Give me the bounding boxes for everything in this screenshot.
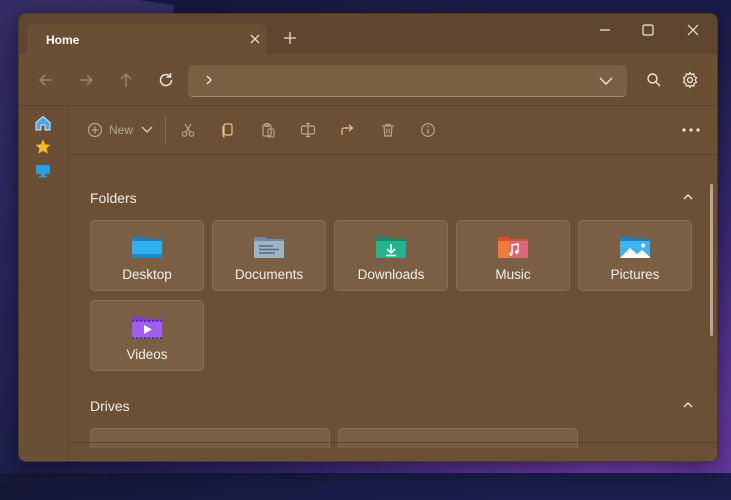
- music-folder-icon: [498, 237, 528, 258]
- more-options-button[interactable]: [681, 123, 701, 137]
- paste-button[interactable]: [260, 122, 276, 138]
- home-icon: [35, 115, 51, 131]
- videos-folder-icon: [132, 317, 162, 339]
- copy-button[interactable]: [220, 122, 236, 138]
- drives-collapse-button[interactable]: [681, 398, 695, 412]
- address-bar[interactable]: [188, 65, 627, 97]
- pictures-folder-icon: [620, 237, 650, 258]
- drive-card[interactable]: [90, 428, 330, 448]
- chevron-down-icon: [141, 126, 153, 133]
- close-icon: [250, 34, 260, 44]
- sidebar: [19, 106, 69, 461]
- new-button[interactable]: New: [87, 120, 157, 140]
- folders-collapse-button[interactable]: [681, 190, 695, 204]
- trash-icon: [382, 123, 394, 137]
- file-explorer-window: Home New Folders Desktop Documents Downl…: [18, 13, 718, 462]
- folder-card-pictures[interactable]: Pictures: [578, 220, 692, 291]
- main-content: New Folders Desktop Documents Downloads …: [69, 106, 717, 461]
- folder-label: Documents: [234, 267, 304, 282]
- minimize-button[interactable]: [592, 21, 618, 39]
- add-circle-icon: [87, 122, 103, 138]
- folders-section-title: Folders: [90, 190, 137, 206]
- maximize-button[interactable]: [635, 21, 661, 39]
- copy-icon: [222, 123, 233, 138]
- folder-card-videos[interactable]: Videos: [90, 300, 204, 371]
- rename-button[interactable]: [300, 122, 316, 138]
- breadcrumb-chevron[interactable]: [202, 72, 216, 88]
- sidebar-item-favorites[interactable]: [34, 138, 52, 156]
- up-button[interactable]: [116, 70, 136, 90]
- maximize-icon: [642, 24, 654, 36]
- folder-label: Desktop: [122, 267, 172, 282]
- folder-card-desktop[interactable]: Desktop: [90, 220, 204, 291]
- window-close-button[interactable]: [680, 21, 706, 39]
- back-button[interactable]: [36, 70, 56, 90]
- desktop-folder-icon: [132, 237, 162, 258]
- folder-card-music[interactable]: Music: [456, 220, 570, 291]
- share-button[interactable]: [340, 122, 356, 138]
- tab-title: Home: [46, 33, 80, 47]
- arrow-right-icon: [80, 74, 94, 86]
- title-bar: Home: [19, 14, 717, 54]
- sidebar-item-home[interactable]: [34, 114, 52, 132]
- gear-icon: [682, 71, 698, 89]
- status-bar-divider: [69, 442, 717, 443]
- monitor-icon: [36, 165, 50, 178]
- search-button[interactable]: [644, 70, 664, 90]
- new-button-label: New: [109, 123, 134, 137]
- sidebar-item-desktop[interactable]: [34, 162, 52, 180]
- search-icon: [647, 73, 661, 87]
- address-dropdown-button[interactable]: [598, 73, 614, 89]
- forward-button[interactable]: [76, 70, 96, 90]
- drive-card[interactable]: [338, 428, 578, 448]
- properties-button[interactable]: [420, 122, 436, 138]
- documents-folder-icon: [254, 237, 284, 258]
- tab-close-button[interactable]: [246, 30, 264, 48]
- cut-button[interactable]: [180, 122, 196, 138]
- downloads-folder-icon: [376, 237, 406, 258]
- clipboard-icon: [262, 122, 275, 138]
- drives-section-title: Drives: [90, 398, 130, 414]
- rename-icon: [300, 122, 316, 138]
- arrow-up-icon: [120, 72, 132, 87]
- folder-card-downloads[interactable]: Downloads: [334, 220, 448, 291]
- delete-button[interactable]: [380, 122, 396, 138]
- chevron-down-icon: [599, 77, 613, 85]
- share-icon: [341, 124, 354, 135]
- chevron-up-icon: [683, 402, 693, 408]
- chevron-up-icon: [683, 194, 693, 200]
- folder-card-documents[interactable]: Documents: [212, 220, 326, 291]
- toolbar-divider: [165, 116, 166, 144]
- tab-home[interactable]: Home: [27, 24, 266, 54]
- plus-icon: [284, 32, 296, 44]
- vertical-scrollbar[interactable]: [710, 184, 713, 336]
- minimize-icon: [600, 29, 610, 31]
- folder-label: Music: [495, 267, 531, 282]
- scissors-icon: [181, 123, 195, 137]
- refresh-button[interactable]: [156, 70, 176, 90]
- info-icon: [421, 123, 435, 137]
- ellipsis-icon: [682, 128, 700, 132]
- chevron-right-icon: [206, 75, 212, 85]
- command-toolbar: New: [69, 106, 717, 155]
- navigation-bar: [19, 54, 717, 105]
- new-tab-button[interactable]: [281, 29, 299, 47]
- folder-label: Videos: [126, 347, 168, 362]
- arrow-left-icon: [38, 74, 52, 86]
- folder-label: Pictures: [610, 267, 660, 282]
- star-icon: [35, 139, 51, 154]
- folder-label: Downloads: [357, 267, 425, 282]
- settings-button[interactable]: [680, 70, 700, 90]
- refresh-icon: [159, 73, 173, 87]
- close-icon: [687, 24, 699, 36]
